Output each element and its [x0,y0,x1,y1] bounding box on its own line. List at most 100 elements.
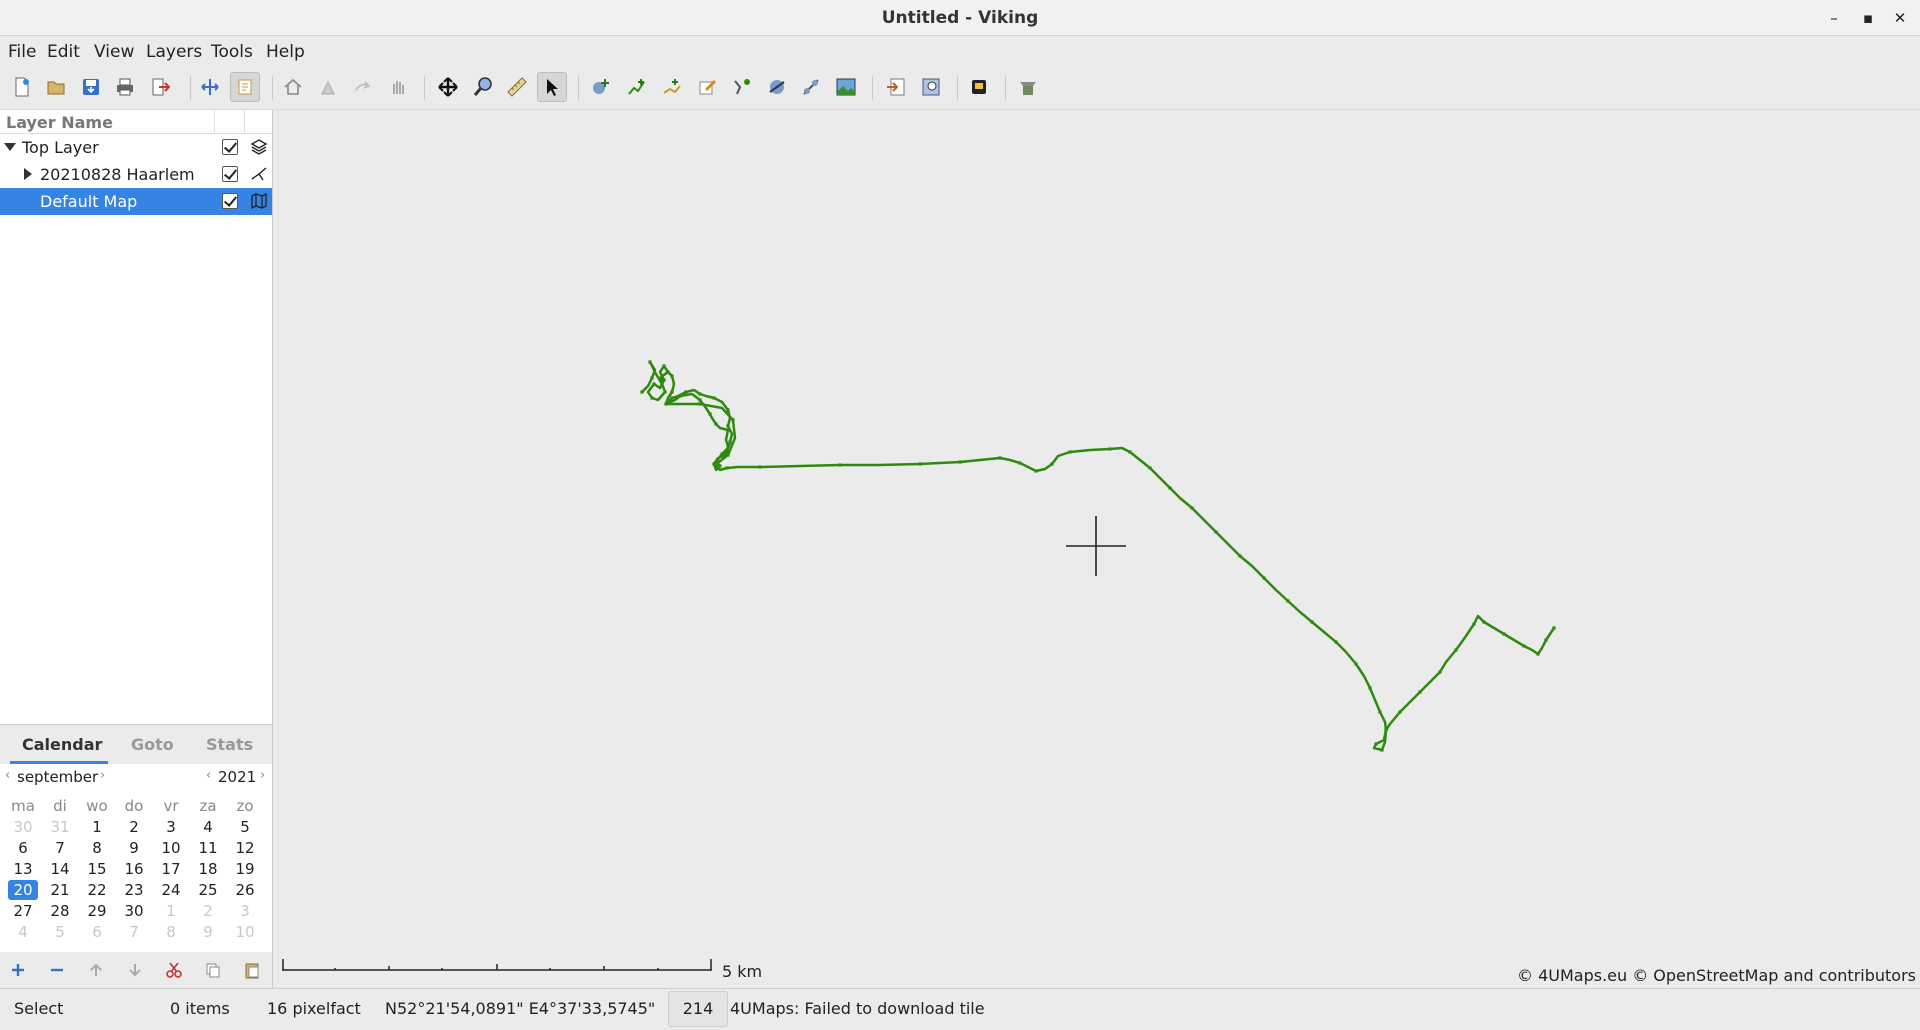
layer-row-default-map[interactable]: Default Map [0,188,272,215]
calendar-day[interactable]: 1 [156,901,186,921]
gps-icon[interactable] [964,72,994,102]
calendar-day[interactable]: 9 [193,922,223,942]
trackpoint[interactable] [726,428,730,432]
trackpoint[interactable] [650,376,654,380]
minimize-button[interactable]: – [1822,6,1846,30]
remove-icon[interactable] [41,956,73,984]
trackpoint[interactable] [1238,554,1242,558]
exit-icon[interactable] [145,72,175,102]
calendar-day[interactable]: 30 [8,817,38,837]
hand-icon[interactable] [383,72,413,102]
route-icon[interactable] [657,72,687,102]
prev-month-button[interactable]: ‹ [5,768,10,783]
calendar-day[interactable]: 26 [230,880,260,900]
trackpoint[interactable] [1418,690,1422,694]
layer-row-haarlem[interactable]: 20210828 Haarlem [0,161,272,188]
zoom-tool-icon[interactable] [468,72,498,102]
calendar-day[interactable]: 8 [156,922,186,942]
menu-tools[interactable]: Tools [211,42,253,62]
trackpoint[interactable] [998,456,1002,460]
trackpoint[interactable] [650,396,654,400]
trackpoint[interactable] [1502,632,1506,636]
calendar-day[interactable]: 10 [156,838,186,858]
trackpoint[interactable] [726,453,730,457]
trackpoint[interactable] [1380,748,1384,752]
save-icon[interactable] [76,72,106,102]
zoom-region-icon[interactable] [916,72,946,102]
create-waypoint-icon[interactable] [587,72,617,102]
close-button[interactable]: ✕ [1888,6,1912,30]
trackpoint[interactable] [1034,469,1038,473]
trackpoint[interactable] [728,440,732,444]
calendar-day[interactable]: 30 [119,901,149,921]
trackpoint[interactable] [1544,638,1548,642]
trackpoint[interactable] [1536,652,1540,656]
trackpoint[interactable] [1398,710,1402,714]
pan-move-icon[interactable] [195,72,225,102]
calendar-day[interactable]: 25 [193,880,223,900]
trackpoint[interactable] [1050,462,1054,466]
trackpoint[interactable] [670,396,674,400]
new-file-icon[interactable] [7,72,37,102]
dem-icon[interactable] [1013,72,1043,102]
create-track-icon[interactable] [622,72,652,102]
gps-track[interactable] [641,360,1556,752]
move-down-icon[interactable] [119,956,151,984]
trackpoint[interactable] [1378,710,1382,714]
trackpoint[interactable] [726,444,730,448]
extract-icon[interactable] [881,72,911,102]
calendar-day[interactable]: 18 [193,859,223,879]
trackpoint[interactable] [1438,670,1442,674]
calendar-day[interactable]: 8 [82,838,112,858]
expander-expanded-icon[interactable] [3,140,17,154]
calendar-day[interactable]: 5 [230,817,260,837]
trackpoint[interactable] [1482,620,1486,624]
trackpoint[interactable] [1214,530,1218,534]
menu-file[interactable]: File [8,42,36,62]
calendar-day[interactable]: 1 [82,817,112,837]
trackpoint[interactable] [698,398,702,402]
cut-icon[interactable] [158,956,190,984]
home-icon[interactable] [278,72,308,102]
calendar-day[interactable]: 5 [45,922,75,942]
layer-visible-checkbox[interactable] [222,139,238,155]
tab-stats[interactable]: Stats [206,735,253,754]
trackpoint[interactable] [1374,742,1378,746]
calendar-day[interactable]: 3 [230,901,260,921]
calendar-day[interactable]: 9 [119,838,149,858]
select-tool-icon[interactable] [537,72,567,102]
calendar-day[interactable]: 28 [45,901,75,921]
trackpoint[interactable] [714,422,718,426]
paste-icon[interactable] [236,956,268,984]
calendar-day[interactable]: 2 [119,817,149,837]
trackpoint[interactable] [670,374,674,378]
trackpoint[interactable] [1262,576,1266,580]
print-icon[interactable] [110,72,140,102]
map-viewport[interactable]: 5 km © 4UMaps.eu © OpenStreetMap and con… [274,110,1920,988]
layer-visible-checkbox[interactable] [222,166,238,182]
prev-year-button[interactable]: ‹ [206,768,211,783]
trackpoint[interactable] [663,390,667,394]
flag-icon[interactable] [313,72,343,102]
trackpoint[interactable] [726,408,730,412]
trackpoint[interactable] [1128,450,1132,454]
calendar-day[interactable]: 20 [8,880,38,900]
layer-visible-checkbox[interactable] [222,193,238,209]
calendar-day[interactable]: 19 [230,859,260,879]
calendar-day[interactable]: 22 [82,880,112,900]
trackpoint[interactable] [1522,644,1526,648]
trackpoint[interactable] [1068,450,1072,454]
trackpoint[interactable] [838,463,842,467]
trackpoint[interactable] [1190,506,1194,510]
trackpoint[interactable] [714,464,718,468]
trackpoint[interactable] [958,460,962,464]
add-icon[interactable] [2,956,34,984]
trackpoint[interactable] [698,402,702,406]
layer-row-top-layer[interactable]: Top Layer [0,134,272,161]
ruler-icon[interactable] [502,72,532,102]
copy-icon[interactable] [197,956,229,984]
trackpoint[interactable] [662,364,666,368]
calendar-day[interactable]: 7 [119,922,149,942]
calendar-day[interactable]: 4 [8,922,38,942]
move-up-icon[interactable] [80,956,112,984]
